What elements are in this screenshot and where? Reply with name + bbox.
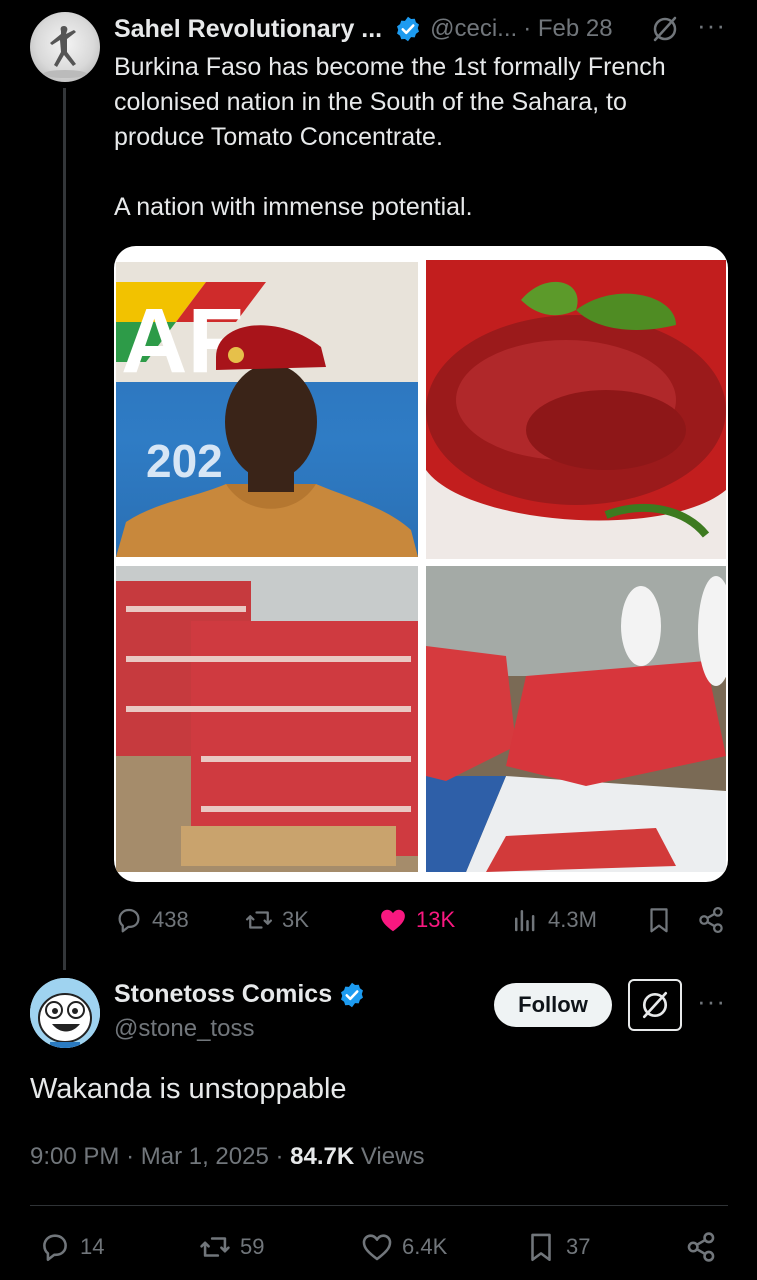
reply-button[interactable]: 438 bbox=[114, 905, 189, 935]
bookmark-icon bbox=[650, 908, 668, 933]
bookmark-count: 37 bbox=[566, 1234, 591, 1259]
bookmark-icon bbox=[531, 1233, 551, 1262]
reply-count: 438 bbox=[152, 907, 189, 932]
grok-icon bbox=[642, 991, 668, 1019]
bookmark-button[interactable]: 37 bbox=[524, 1230, 590, 1264]
reply-author-name[interactable]: Stonetoss Comics bbox=[114, 980, 332, 1009]
author-handle[interactable]: @ceci... bbox=[430, 15, 517, 43]
tweet-actions: 438 3K 13K 4.3M bbox=[114, 905, 728, 941]
avatar-figure-icon bbox=[43, 26, 87, 78]
reply-date[interactable]: · Mar 1, 2025 · bbox=[126, 1143, 283, 1170]
reply-icon bbox=[118, 908, 140, 933]
grok-icon[interactable] bbox=[651, 15, 679, 43]
reply-author-handle[interactable]: @stone_toss bbox=[114, 1015, 254, 1043]
reply-button[interactable]: 14 bbox=[38, 1230, 104, 1264]
tweet-date[interactable]: · Feb 28 bbox=[523, 15, 612, 43]
reply-count: 14 bbox=[80, 1234, 105, 1259]
tweet-text-line: colonised nation in the South of the Sah… bbox=[114, 88, 627, 116]
thread-line bbox=[63, 88, 66, 970]
repost-count: 59 bbox=[240, 1234, 265, 1259]
heart-icon bbox=[381, 909, 405, 932]
views-button[interactable]: 4.3M bbox=[510, 905, 597, 935]
portrait-illustration: AF 202 bbox=[116, 262, 418, 557]
media-image-portrait[interactable]: AF 202 bbox=[116, 262, 418, 557]
media-image-cans[interactable] bbox=[116, 566, 418, 872]
author-name[interactable]: Sahel Revolutionary ... bbox=[114, 15, 382, 44]
share-button[interactable] bbox=[696, 905, 734, 935]
verified-badge-icon bbox=[341, 982, 364, 1007]
repost-icon bbox=[246, 911, 272, 929]
media-image-tomato-paste[interactable] bbox=[426, 260, 726, 559]
more-icon[interactable]: ··· bbox=[697, 986, 726, 1017]
media-image-sachets[interactable] bbox=[426, 566, 726, 872]
grok-button[interactable] bbox=[628, 979, 682, 1031]
cans-illustration bbox=[116, 566, 418, 872]
repost-button[interactable]: 3K bbox=[244, 905, 309, 935]
reply-author-header: Stonetoss Comics bbox=[114, 980, 366, 1009]
share-icon bbox=[687, 1232, 715, 1262]
share-icon bbox=[699, 907, 723, 933]
reply-icon bbox=[43, 1234, 67, 1262]
like-count: 13K bbox=[416, 907, 456, 932]
repost-icon bbox=[200, 1237, 230, 1257]
author-avatar[interactable] bbox=[30, 12, 100, 82]
bookmark-button[interactable] bbox=[644, 905, 682, 935]
repost-button[interactable]: 59 bbox=[198, 1230, 264, 1264]
views-icon bbox=[515, 910, 535, 932]
verified-badge-icon bbox=[397, 16, 420, 42]
more-icon[interactable]: ··· bbox=[697, 10, 726, 41]
views-count: 4.3M bbox=[548, 907, 597, 932]
reply-views-count: 84.7K bbox=[290, 1143, 355, 1170]
share-button[interactable] bbox=[684, 1230, 726, 1264]
like-button[interactable]: 6.4K bbox=[360, 1230, 447, 1264]
tweet-text-line: Burkina Faso has become the 1st formally… bbox=[114, 53, 666, 81]
follow-button[interactable]: Follow bbox=[494, 983, 612, 1027]
like-count: 6.4K bbox=[402, 1234, 448, 1259]
reply-views-label: Views bbox=[360, 1143, 425, 1170]
divider bbox=[30, 1205, 728, 1206]
reply-time[interactable]: 9:00 PM bbox=[30, 1143, 119, 1170]
reply-author-avatar[interactable] bbox=[30, 978, 100, 1048]
reply-actions: 14 59 6.4K 37 bbox=[30, 1228, 728, 1268]
reply-meta: 9:00 PM · Mar 1, 2025 · 84.7K Views bbox=[30, 1143, 424, 1171]
banner-year: 202 bbox=[146, 435, 223, 487]
tweet-text: Burkina Faso has become the 1st formally… bbox=[114, 50, 714, 225]
comic-face-icon bbox=[30, 978, 100, 1048]
repost-count: 3K bbox=[282, 907, 309, 932]
tweet-text-line: produce Tomato Concentrate. bbox=[114, 123, 443, 151]
like-button[interactable]: 13K bbox=[378, 905, 455, 935]
tweet-header: Sahel Revolutionary ... @ceci... · Feb 2… bbox=[114, 12, 613, 46]
tomato-paste-illustration bbox=[426, 260, 726, 559]
sachets-illustration bbox=[426, 566, 726, 872]
reply-text: Wakanda is unstoppable bbox=[30, 1073, 347, 1105]
tweet-text-line: A nation with immense potential. bbox=[114, 193, 473, 221]
media-grid[interactable]: AF 202 bbox=[114, 246, 728, 882]
heart-icon bbox=[362, 1234, 392, 1261]
